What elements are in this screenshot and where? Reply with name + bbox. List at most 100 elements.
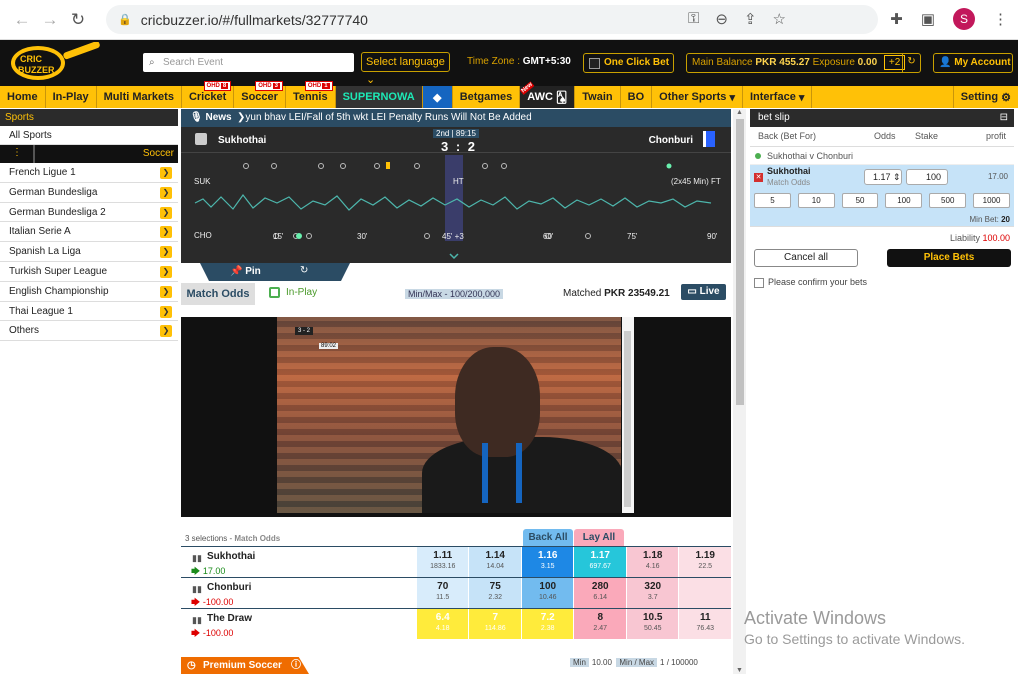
refresh-balance-icon[interactable]: ↻ (902, 53, 920, 73)
sidebar-soccer-header[interactable]: ⋮ Soccer (0, 145, 178, 163)
back-odds-cell[interactable]: 1.14 14.04 (469, 547, 521, 577)
menu-setting[interactable]: Setting ⚙ (952, 86, 1018, 108)
confirm-checkbox[interactable] (754, 277, 764, 288)
my-account-button[interactable]: 👤 My Account (933, 53, 1013, 73)
back-odds-cell[interactable]: 75 2.32 (469, 578, 521, 608)
menu-betgames[interactable]: Betgames (453, 86, 521, 108)
back-odds-cell[interactable]: 1.11 1833.16 (416, 547, 469, 577)
sidebar-league-item[interactable]: English Championship ❯ (0, 282, 178, 302)
reload-icon[interactable]: ↻ (64, 10, 92, 30)
lay-odds-cell[interactable]: 1.17 697.67 (574, 547, 626, 577)
one-click-bet-toggle[interactable]: One Click Bet (583, 53, 674, 73)
tab-match-odds[interactable]: Match Odds (181, 283, 255, 305)
setting-label: Setting (960, 91, 999, 103)
menu-bo[interactable]: BO (621, 86, 653, 108)
back-odds-cell[interactable]: 70 11.5 (416, 578, 469, 608)
checkbox-icon[interactable] (589, 58, 600, 69)
menu-supernowa[interactable]: SUPERNOWA (335, 86, 423, 108)
odds-input[interactable]: 1.17 ⇕ (864, 169, 902, 185)
sidebar-league-item[interactable]: German Bundesliga 2 ❯ (0, 203, 178, 223)
remove-bet-icon[interactable]: ✕ (754, 173, 763, 182)
forward-icon[interactable]: → (36, 10, 64, 30)
back-odds-cell[interactable]: 6.4 4.18 (416, 609, 469, 639)
chevron-down-icon: ⌄ (366, 74, 376, 86)
minimize-icon[interactable]: ⊟ (1000, 109, 1008, 127)
lay-odds-cell[interactable]: 8 2.47 (574, 609, 626, 639)
lay-odds-cell[interactable]: 11 76.43 (679, 609, 731, 639)
search-input[interactable]: ⌕ Search Event (143, 53, 354, 72)
quick-stake-button[interactable]: 50 (841, 193, 879, 208)
extensions-icon[interactable]: ✚ (890, 10, 903, 28)
odds-size: 1833.16 (430, 563, 456, 570)
quick-stake-button[interactable]: 500 (929, 193, 967, 208)
quick-stake-button[interactable]: 1000 (973, 193, 1010, 208)
place-bets-button[interactable]: Place Bets (887, 249, 1011, 267)
chart-icon[interactable]: ▮▮ (192, 584, 202, 595)
back-odds-cell[interactable]: 1.16 3.15 (521, 547, 574, 577)
profile-avatar[interactable]: S (953, 8, 975, 30)
lay-odds-cell[interactable]: 1.18 4.16 (626, 547, 679, 577)
live-button[interactable]: ▭ Live (681, 284, 726, 300)
premium-soccer-tab[interactable]: ◷ Premium Soccer ⓘ (181, 657, 309, 674)
chart-icon[interactable]: ▮▮ (192, 615, 202, 626)
back-odds-cell[interactable]: 100 10.46 (521, 578, 574, 608)
menu-soccer[interactable]: OHD 3 Soccer (234, 81, 286, 108)
breadcrumb-chevron-icon (25, 145, 35, 163)
scroll-down-icon[interactable]: ▼ (736, 667, 743, 674)
sidebar-league-item[interactable]: Italian Serie A ❯ (0, 222, 178, 243)
menu-cricket[interactable]: OHD 8 Cricket (182, 81, 235, 108)
sidebar-league-item[interactable]: French Ligue 1 ❯ (0, 163, 178, 183)
pin-button[interactable]: 📌 Pin (230, 266, 261, 277)
menu-tennis[interactable]: OHD 1 Tennis (286, 81, 336, 108)
sidebar-league-item[interactable]: Spanish La Liga ❯ (0, 242, 178, 262)
lay-all-button[interactable]: Lay All (574, 529, 624, 546)
chart-icon[interactable]: ▮▮ (192, 553, 202, 564)
scroll-up-icon[interactable]: ▲ (736, 109, 743, 116)
mic-icon: 🎙 (190, 112, 203, 123)
arrow-right-icon: ❯ (160, 206, 172, 219)
menu-awc[interactable]: New AWC 🂡 (520, 81, 576, 108)
page-scrollbar[interactable]: ▲ ▼ (733, 109, 746, 674)
quick-stake-button[interactable]: 10 (797, 193, 835, 208)
back-icon[interactable]: ← (8, 10, 36, 30)
quick-stake-button[interactable]: 100 (885, 193, 923, 208)
sidebar-league-item[interactable]: Others ❯ (0, 321, 178, 342)
runner-row: ▮▮ Chonburi 🡆 -100.00 70 11.5 75 2.32 100 10.46 2… (181, 577, 731, 608)
lay-odds-cell[interactable]: 320 3.7 (626, 578, 679, 608)
quick-stake-button[interactable]: 5 (754, 193, 791, 208)
lay-odds-cell[interactable] (679, 578, 731, 608)
lay-odds-cell[interactable]: 10.5 50.45 (626, 609, 679, 639)
menu-interface[interactable]: Interface ▾ (743, 86, 813, 108)
sidebar-league-item[interactable]: Thai League 1 ❯ (0, 302, 178, 322)
lay-odds-cell[interactable]: 280 6.14 (574, 578, 626, 608)
sidebar-league-item[interactable]: Turkish Super League ❯ (0, 262, 178, 282)
star-icon[interactable]: ☆ (773, 10, 786, 28)
menu-home[interactable]: Home (0, 86, 46, 108)
odds-stepper-icon[interactable]: ⇕ (893, 172, 901, 182)
lay-odds-cell[interactable]: 1.19 22.5 (679, 547, 731, 577)
menu-other-sports[interactable]: Other Sports ▾ (652, 86, 743, 108)
menu-multi-markets[interactable]: Multi Markets (97, 86, 182, 108)
cancel-all-button[interactable]: Cancel all (754, 249, 858, 267)
key-icon[interactable]: ⚿ (688, 10, 699, 28)
menu-twain[interactable]: Twain (575, 86, 621, 108)
zoom-icon[interactable]: ⊖ (715, 10, 728, 28)
video-scrollbar[interactable] (622, 317, 634, 513)
back-odds-cell[interactable]: 7.2 2.38 (521, 609, 574, 639)
sidepanel-icon[interactable]: ▣ (921, 10, 935, 28)
sidebar-league-item[interactable]: German Bundesliga ❯ (0, 183, 178, 203)
back-odds-cell[interactable]: 7 114.86 (469, 609, 521, 639)
confirm-bets-option[interactable]: Please confirm your bets (750, 275, 1014, 289)
sidebar-all-sports[interactable]: All Sports (0, 126, 178, 145)
scroll-thumb[interactable] (736, 119, 744, 405)
refresh-icon[interactable]: ↻ (300, 265, 308, 276)
menu-diamond[interactable]: ◆ (422, 86, 453, 108)
stake-input[interactable]: 100 (906, 169, 948, 185)
menu-inplay[interactable]: In-Play (46, 86, 97, 108)
site-logo[interactable]: CRIC BUZZER (8, 42, 106, 84)
share-icon[interactable]: ⇪ (744, 10, 757, 28)
language-select[interactable]: Select language ⌄ (361, 52, 450, 86)
back-all-button[interactable]: Back All (523, 529, 573, 546)
live-video[interactable]: 3 - 2 89:02 (277, 317, 621, 513)
menu-kebab-icon[interactable]: ⋮ (993, 10, 1008, 28)
